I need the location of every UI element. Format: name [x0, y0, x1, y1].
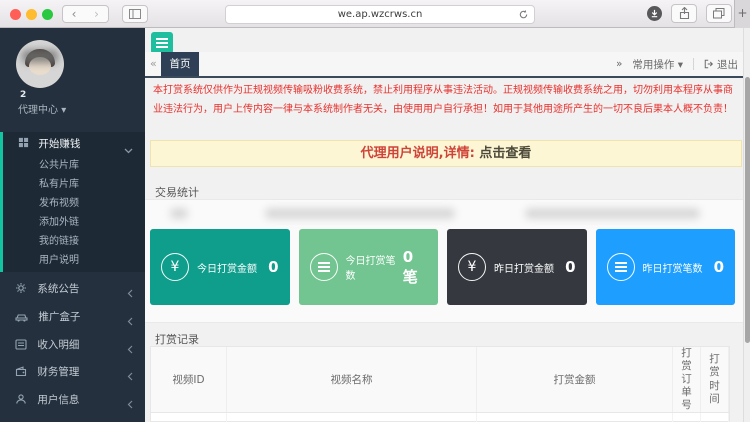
sidebar-icon: [129, 9, 141, 19]
scroll-tabs-left-button[interactable]: «: [150, 52, 157, 76]
section-title-reward-records: 打赏记录: [155, 331, 199, 347]
table-header-row: 视频ID 视频名称 打赏金额 打赏订单号 打赏时间: [151, 347, 729, 413]
wallet-icon: [15, 368, 30, 380]
blurred-username: [22, 50, 58, 63]
logout-icon: [704, 59, 714, 69]
stat-card-today-count: 今日打赏笔数 0笔: [299, 229, 439, 305]
sidebar-item-label: 系统公告: [37, 283, 79, 295]
back-button[interactable]: ‹: [62, 5, 86, 23]
stat-card-yesterday-count: 昨日打赏笔数 0: [596, 229, 736, 305]
minimize-window-button[interactable]: [26, 9, 37, 20]
yen-circle-icon: ¥: [458, 253, 486, 281]
list-circle-icon: [310, 253, 338, 281]
url-text: we.ap.wzcrws.cn: [338, 9, 423, 20]
table-row: [151, 413, 729, 422]
list-circle-icon: [607, 253, 635, 281]
stat-value: 0: [268, 258, 278, 276]
chevron-left-icon: [127, 395, 133, 417]
sidebar-item-income-details[interactable]: 收入明细: [0, 334, 145, 356]
stat-label: 昨日打赏金额: [494, 260, 554, 275]
sidebar-item-private-library[interactable]: 私有片库: [3, 175, 145, 194]
banner-text: 代理用户说明,详情:: [361, 146, 475, 161]
forward-button[interactable]: ›: [85, 5, 109, 23]
logout-button[interactable]: 退出: [704, 57, 738, 72]
new-tab-button[interactable]: +: [734, 0, 750, 28]
car-icon: [15, 313, 31, 325]
share-icon[interactable]: [671, 4, 697, 23]
divider: [693, 58, 694, 70]
agent-notice-banner[interactable]: 代理用户说明,详情: 点击查看: [150, 140, 742, 167]
records-table: 视频ID 视频名称 打赏金额 打赏订单号 打赏时间: [150, 346, 730, 422]
disclaimer-text: 本打赏系统仅供作为正规视频传输吸粉收费系统，禁止利用程序从事违法活动。正规视频传…: [153, 82, 736, 119]
stat-card-yesterday-amount: ¥ 昨日打赏金额 0: [447, 229, 587, 305]
sidebar-toggle-button[interactable]: [122, 5, 148, 23]
stat-label: 今日打赏金额: [197, 260, 257, 275]
chevron-down-icon: ▾: [61, 105, 66, 116]
blurred-row: [155, 205, 710, 223]
scrollbar-thumb[interactable]: [745, 77, 750, 343]
sidebar: 2 代理中心 ▾ 开始赚钱 公共片库 私有片库 发布视频 添加外链 我的链接 用…: [0, 28, 145, 422]
stat-label: 今日打赏笔数: [346, 252, 403, 282]
stat-card-today-amount: ¥ 今日打赏金额 0: [150, 229, 290, 305]
refresh-icon[interactable]: [518, 9, 529, 26]
chevron-left-icon: [127, 340, 133, 362]
column-header-video-id: 视频ID: [151, 347, 227, 412]
sidebar-item-start-earning[interactable]: 开始赚钱: [3, 132, 145, 156]
column-header-amount: 打赏金额: [477, 347, 673, 412]
chevron-down-icon: [124, 139, 133, 163]
grid-icon: [18, 139, 32, 151]
sidebar-item-label: 推广盒子: [38, 311, 80, 323]
stat-value: 0笔: [403, 248, 427, 287]
user-icon: [15, 396, 30, 408]
sidebar-item-label: 开始赚钱: [38, 138, 80, 150]
sidebar-item-label: 用户信息: [37, 394, 79, 406]
column-header-video-name: 视频名称: [227, 347, 477, 412]
banner-view-link[interactable]: 点击查看: [479, 146, 531, 161]
hamburger-icon: [156, 38, 168, 40]
menu-toggle-button[interactable]: [151, 32, 173, 54]
scroll-tabs-right-button[interactable]: »: [616, 58, 622, 70]
user-role-dropdown[interactable]: 代理中心 ▾: [18, 101, 66, 116]
tab-bar: « 首页 » 常用操作 ▾ 退出: [145, 52, 750, 78]
sidebar-item-add-external-link[interactable]: 添加外链: [3, 213, 145, 232]
sidebar-item-user-guide[interactable]: 用户说明: [3, 251, 145, 270]
stat-value: 0: [565, 258, 575, 276]
common-operations-dropdown[interactable]: 常用操作 ▾: [632, 57, 683, 72]
stat-value: 0: [714, 258, 724, 276]
sidebar-item-label: 财务管理: [37, 366, 79, 378]
sidebar-item-label: 收入明细: [37, 339, 79, 351]
stat-label: 昨日打赏笔数: [643, 260, 703, 275]
user-badge: 2: [20, 90, 26, 100]
gear-icon: [15, 285, 30, 297]
browser-toolbar: ‹ › we.ap.wzcrws.cn: [0, 0, 750, 28]
sidebar-item-my-links[interactable]: 我的链接: [3, 232, 145, 251]
sidebar-item-system-announcements[interactable]: 系统公告: [0, 278, 145, 300]
page-scrollbar[interactable]: [743, 28, 750, 422]
address-bar[interactable]: we.ap.wzcrws.cn: [225, 5, 535, 24]
browser-actions: [647, 4, 732, 23]
close-window-button[interactable]: [10, 9, 21, 20]
zoom-window-button[interactable]: [42, 9, 53, 20]
stat-cards: ¥ 今日打赏金额 0 今日打赏笔数 0笔 ¥ 昨日打赏金额 0 昨日打赏笔数 0: [150, 229, 735, 305]
chevron-left-icon: [127, 284, 133, 306]
chevron-left-icon: [127, 312, 133, 334]
avatar[interactable]: [16, 40, 64, 88]
column-header-time: 打赏时间: [701, 347, 729, 412]
sidebar-item-publish-video[interactable]: 发布视频: [3, 194, 145, 213]
sidebar-item-user-info[interactable]: 用户信息: [0, 389, 145, 411]
chevron-left-icon: [127, 367, 133, 389]
tab-home[interactable]: 首页: [161, 52, 199, 76]
app-window: ‹ › we.ap.wzcrws.cn: [0, 0, 750, 422]
sidebar-item-finance-management[interactable]: 财务管理: [0, 361, 145, 383]
list-icon: [15, 341, 30, 353]
main-content: « 首页 » 常用操作 ▾ 退出 本打赏系统仅供作为正规视频传输吸粉收费系统，禁…: [145, 28, 750, 422]
downloads-icon[interactable]: [647, 6, 662, 21]
chevron-down-icon: ▾: [678, 59, 683, 71]
sidebar-item-promo-box[interactable]: 推广盒子: [0, 306, 145, 328]
section-title-trade-stats: 交易统计: [155, 184, 199, 200]
column-header-order-number: 打赏订单号: [673, 347, 701, 412]
yen-circle-icon: ¥: [161, 253, 189, 281]
tab-overview-icon[interactable]: [706, 4, 732, 23]
sidebar-group-start-earning: 开始赚钱 公共片库 私有片库 发布视频 添加外链 我的链接 用户说明: [0, 132, 145, 272]
